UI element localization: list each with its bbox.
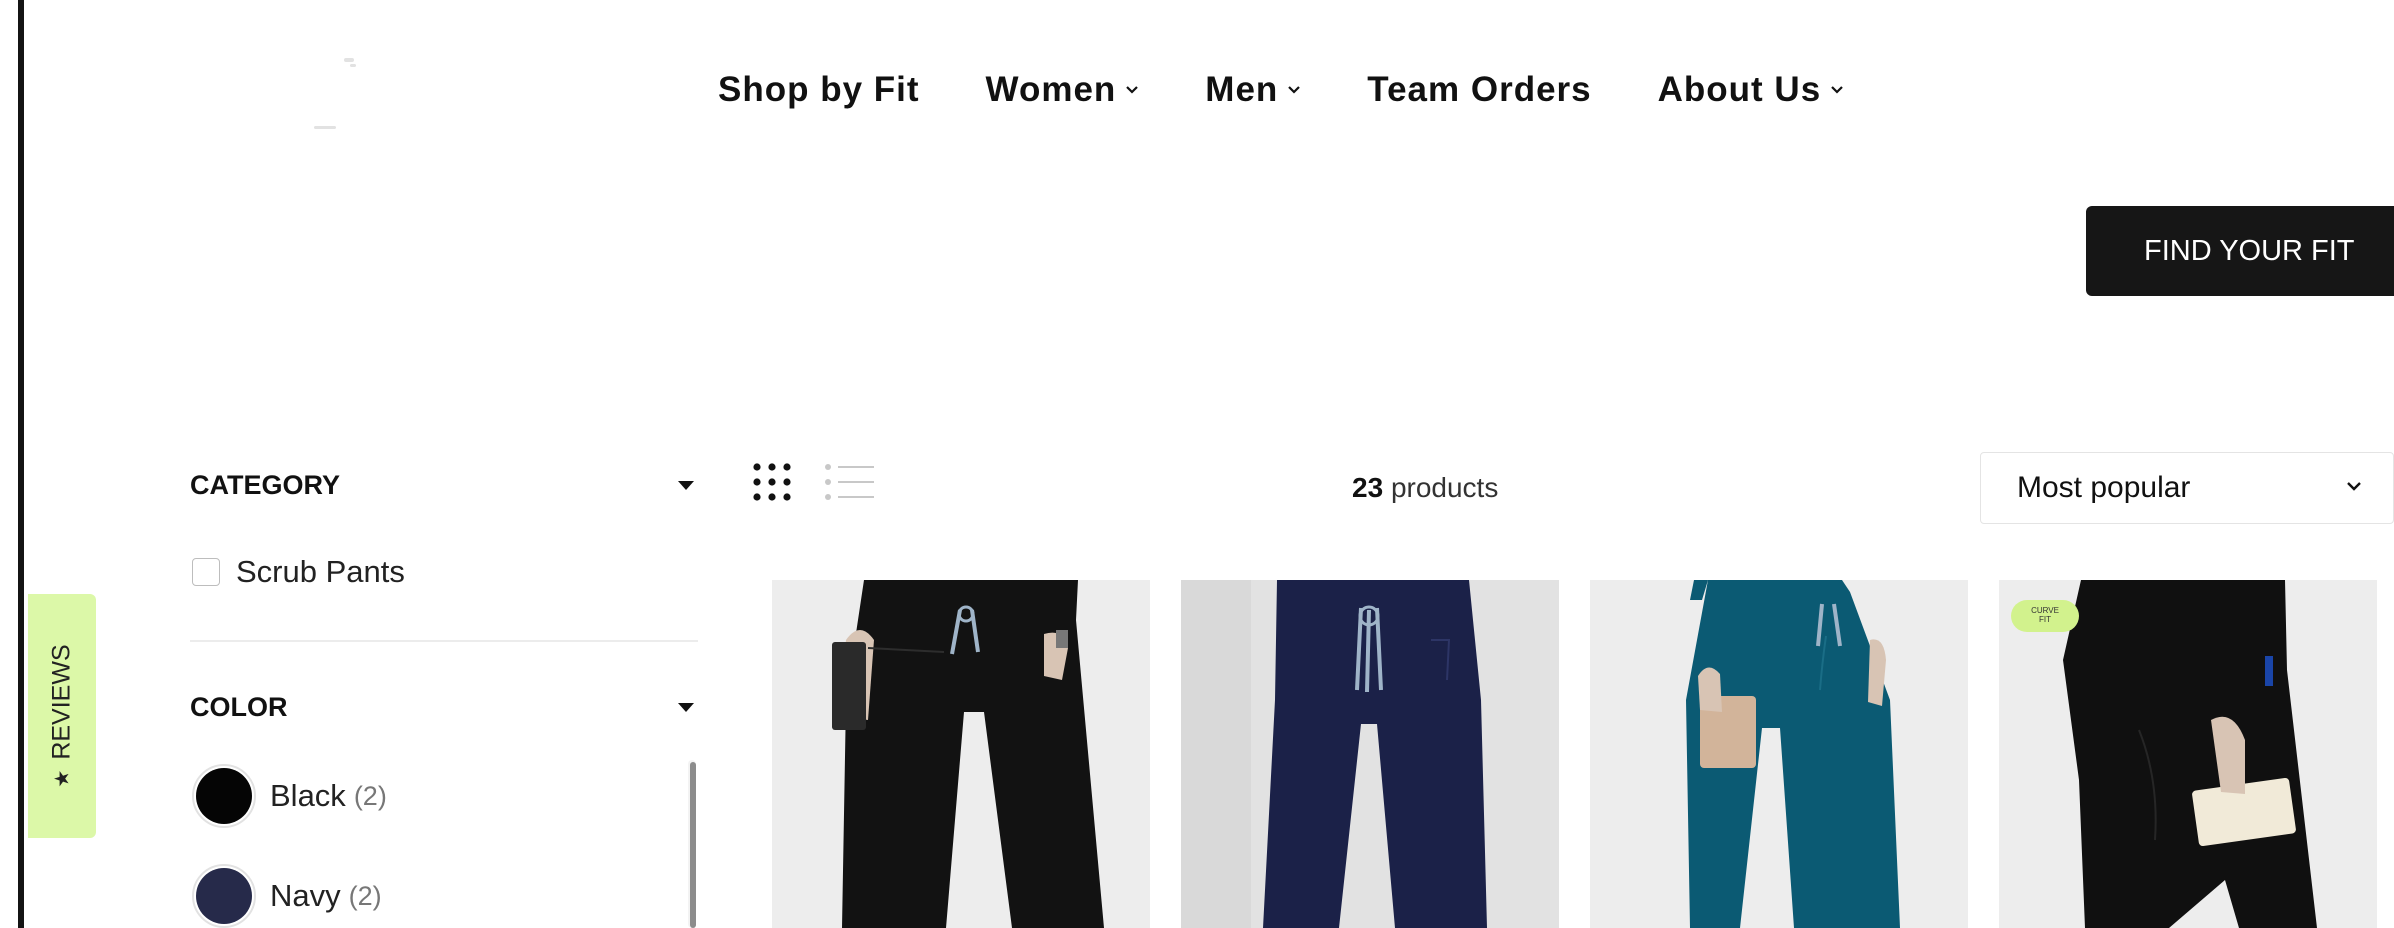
caret-down-icon: [678, 703, 694, 712]
color-swatch-black[interactable]: [192, 764, 256, 828]
product-count: 23 products: [1352, 472, 1498, 504]
badge-line2: FIT: [2039, 615, 2051, 624]
filter-option-scrub-pants[interactable]: Scrub Pants: [192, 554, 405, 590]
product-image: [1590, 580, 1968, 928]
color-option-count: (2): [348, 880, 382, 911]
color-option-label: Navy: [270, 878, 341, 913]
nav-women-label: Women: [985, 70, 1117, 109]
color-option-black[interactable]: Black (2): [192, 764, 387, 828]
left-edge-border: [18, 0, 24, 928]
chevron-down-icon: [1287, 85, 1301, 95]
color-swatch-navy[interactable]: [192, 864, 256, 928]
filter-scrollbar-thumb[interactable]: [690, 762, 696, 928]
product-card[interactable]: CURVE FIT: [1999, 580, 2377, 928]
nav-team-orders[interactable]: Team Orders: [1367, 70, 1591, 110]
reviews-tab[interactable]: ★ REVIEWS: [28, 594, 96, 838]
list-view-icon[interactable]: [824, 462, 876, 511]
badge-line1: CURVE: [2031, 606, 2059, 615]
chevron-down-icon: [1830, 85, 1844, 95]
caret-down-icon: [678, 481, 694, 490]
product-card[interactable]: [1181, 580, 1559, 928]
product-image: [772, 580, 1150, 928]
sort-select[interactable]: Most popular: [1980, 452, 2394, 524]
category-filter-title: CATEGORY: [190, 470, 341, 500]
nav-shop-by-fit-label: Shop by Fit: [718, 70, 920, 109]
curve-fit-badge: CURVE FIT: [2011, 600, 2079, 632]
nav-shop-by-fit[interactable]: Shop by Fit: [718, 70, 920, 110]
nav-about-us-label: About Us: [1657, 70, 1822, 109]
chevron-down-icon: [2345, 479, 2363, 497]
star-icon: ★: [51, 769, 74, 788]
color-option-count: (2): [353, 780, 387, 811]
color-filter-header[interactable]: COLOR: [190, 692, 700, 723]
product-image: [1999, 580, 2377, 928]
find-your-fit-button[interactable]: FIND YOUR FIT: [2086, 206, 2394, 296]
product-count-suffix: products: [1390, 472, 1499, 503]
chevron-down-icon: [1125, 85, 1139, 95]
category-filter-header[interactable]: CATEGORY: [190, 470, 700, 501]
reviews-tab-label: REVIEWS: [47, 644, 76, 760]
product-card[interactable]: [1590, 580, 1968, 928]
nav-men-label: Men: [1205, 70, 1279, 109]
nav-men[interactable]: Men: [1205, 70, 1301, 110]
sort-selected-value: Most popular: [2017, 471, 2191, 504]
nav-women[interactable]: Women: [986, 70, 1140, 110]
brand-logo[interactable]: [300, 50, 380, 140]
product-card[interactable]: [772, 580, 1150, 928]
product-image: [1181, 580, 1559, 928]
scrub-pants-label: Scrub Pants: [236, 554, 405, 589]
scrub-pants-checkbox[interactable]: [192, 558, 220, 586]
main-nav: Shop by Fit Women Men Team Orders About …: [718, 70, 1844, 110]
color-option-navy[interactable]: Navy (2): [192, 864, 382, 928]
nav-about-us[interactable]: About Us: [1658, 70, 1845, 110]
color-filter-title: COLOR: [190, 692, 288, 722]
color-option-label: Black: [270, 778, 346, 813]
nav-team-orders-label: Team Orders: [1367, 70, 1592, 109]
filter-divider: [190, 640, 698, 642]
product-count-number: 23: [1352, 472, 1384, 503]
grid-view-icon[interactable]: [752, 462, 796, 511]
